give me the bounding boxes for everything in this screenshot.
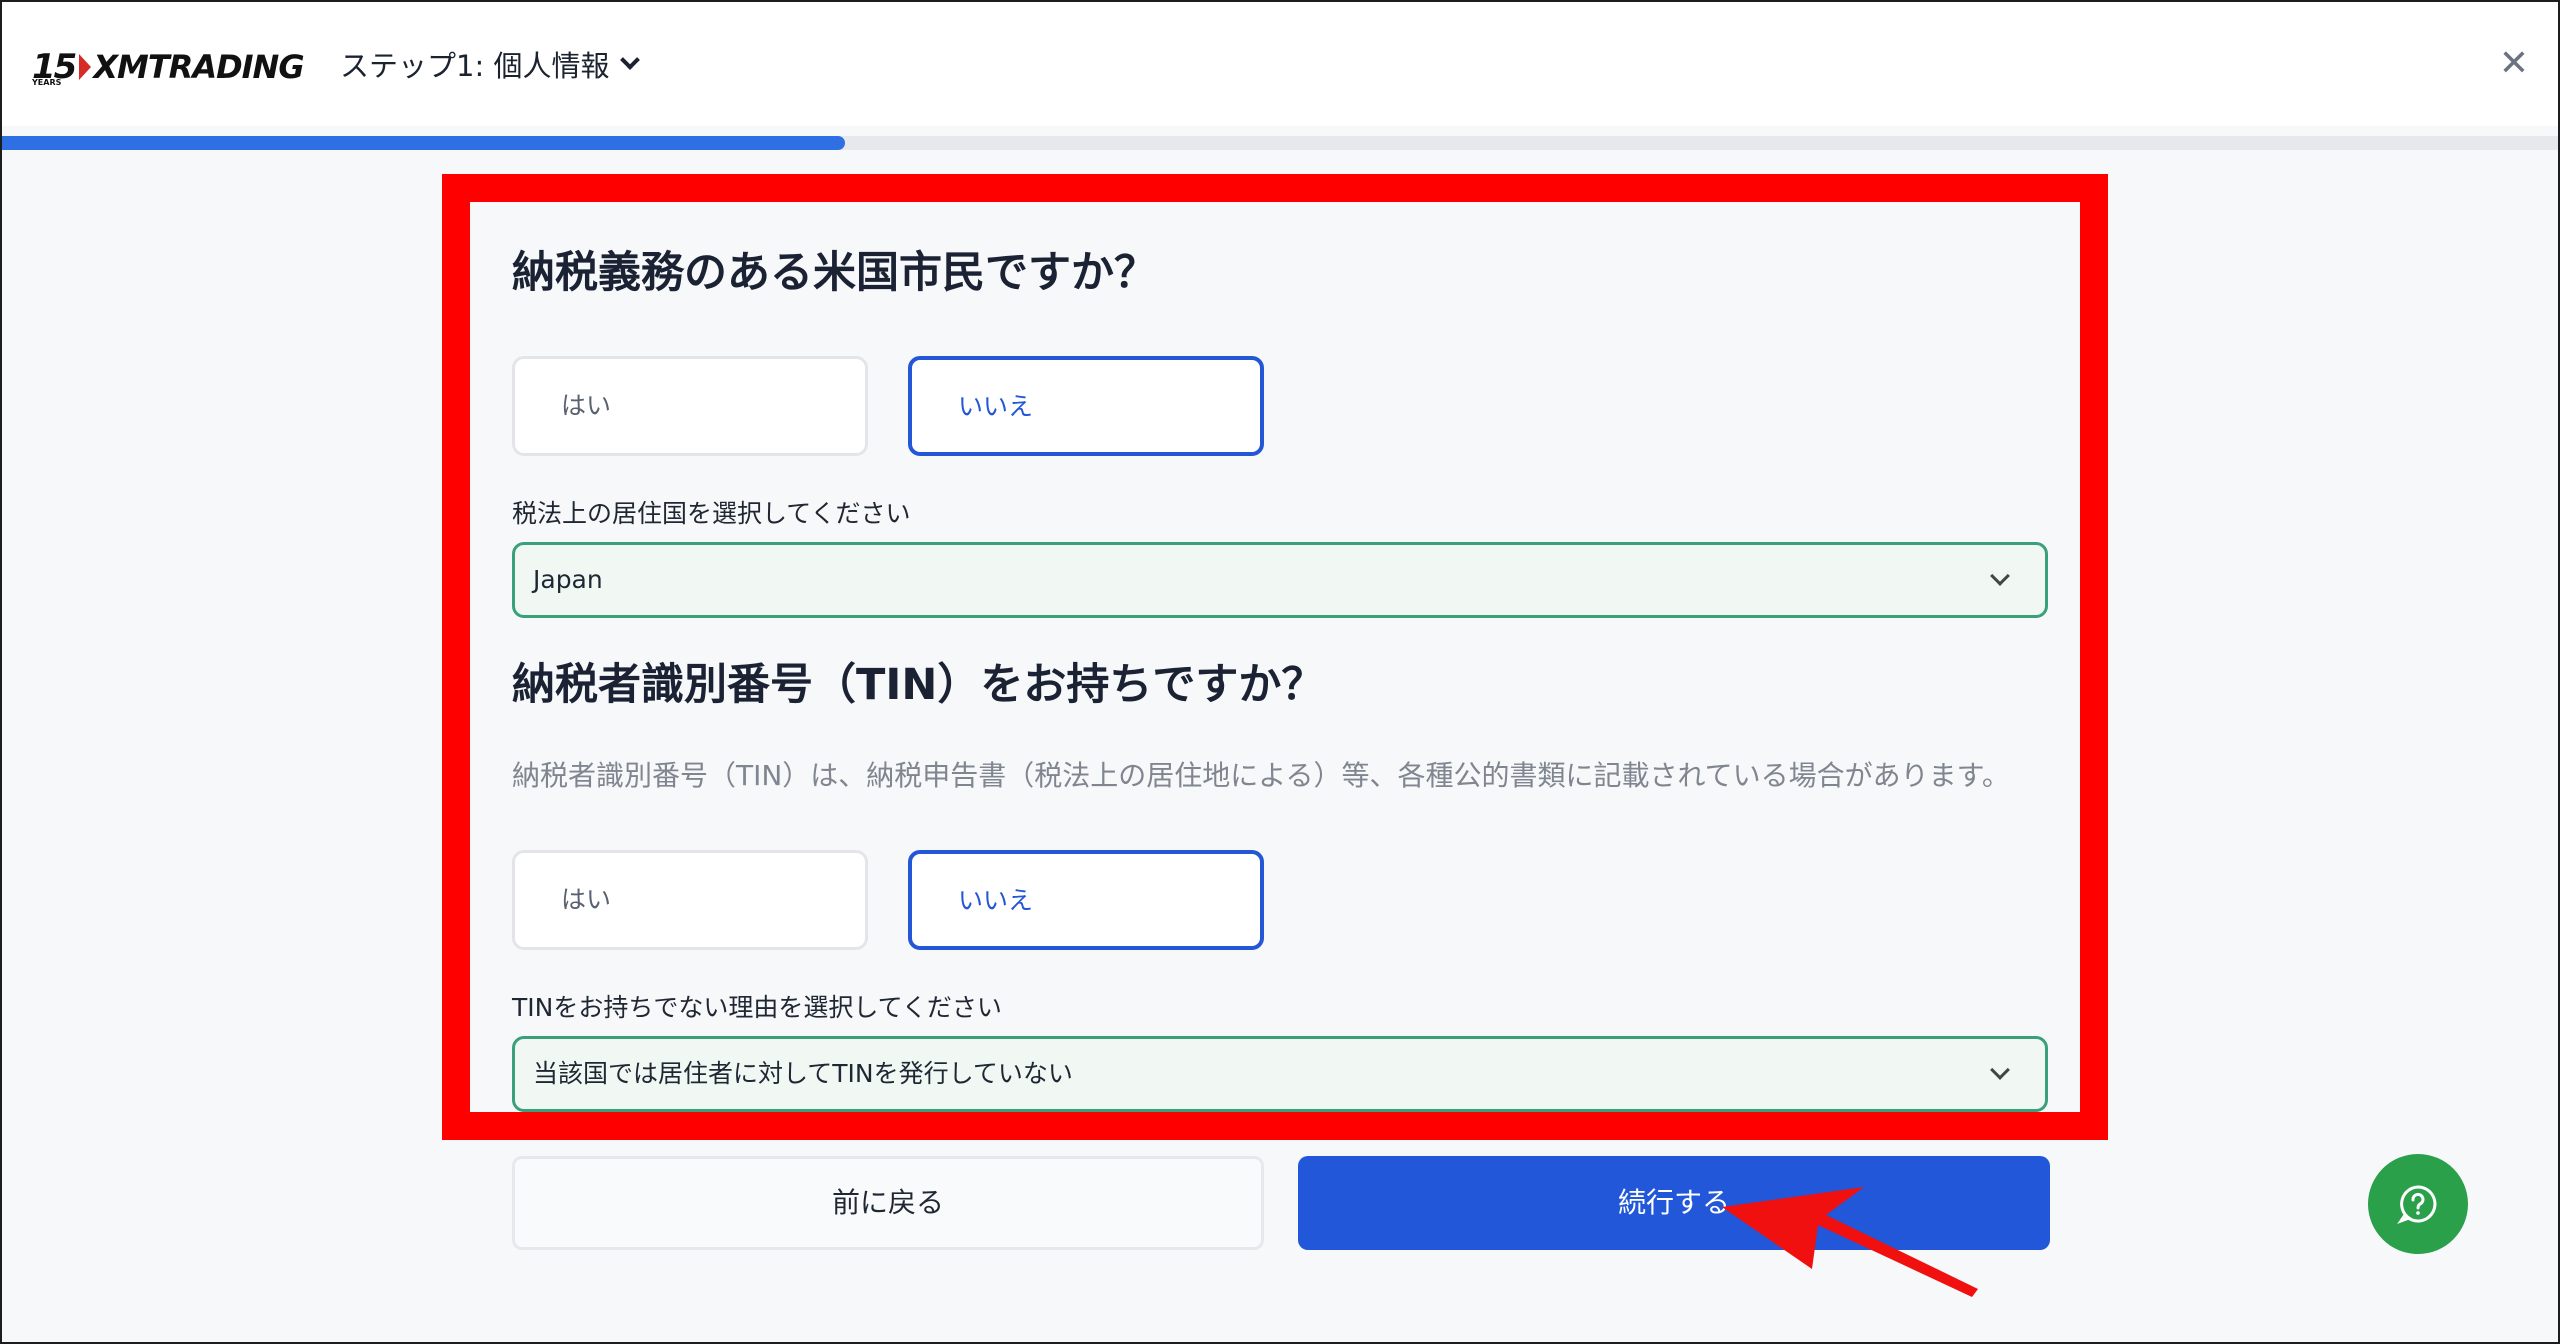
app-window: 15 YEARS XMTRADING ステップ1: 個人情報 ✕ 納税義務のある… xyxy=(0,0,2560,1344)
tin-reason-value: 当該国では居住者に対してTINを発行していない xyxy=(533,1059,1073,1088)
question-tin: 納税者識別番号（TIN）をお持ちですか？ xyxy=(512,660,1325,710)
question-bubble-icon xyxy=(2397,1185,2437,1225)
close-icon[interactable]: ✕ xyxy=(2492,42,2536,86)
question-us-citizen: 納税義務のある米国市民ですか？ xyxy=(512,248,1157,298)
us-citizen-yes-option[interactable]: はい xyxy=(512,356,868,456)
tin-note: 納税者識別番号（TIN）は、納税申告書（税法上の居住地による）等、各種公的書類に… xyxy=(512,759,2010,792)
progress-bar xyxy=(2,136,2558,150)
tin-reason-select[interactable]: 当該国では居住者に対してTINを発行していない xyxy=(512,1036,2048,1112)
progress-bar-fill xyxy=(2,136,845,150)
tin-no-option[interactable]: いいえ xyxy=(908,850,1264,950)
tax-residence-value: Japan xyxy=(533,565,603,594)
tin-yes-option[interactable]: はい xyxy=(512,850,868,950)
continue-button[interactable]: 続行する xyxy=(1298,1156,2050,1250)
tax-residence-select[interactable]: Japan xyxy=(512,542,2048,618)
logo-text: XMTRADING xyxy=(93,48,304,86)
step-dropdown[interactable]: ステップ1: 個人情報 xyxy=(340,42,641,86)
logo-years: YEARS xyxy=(32,78,62,87)
chevron-down-icon xyxy=(1990,1060,2010,1080)
header: 15 YEARS XMTRADING ステップ1: 個人情報 ✕ xyxy=(2,2,2558,126)
tin-reason-label: TINをお持ちでない理由を選択してください xyxy=(512,993,1002,1022)
step-title: ステップ1: 個人情報 xyxy=(340,49,610,83)
logo-arrow-icon xyxy=(79,54,92,80)
tax-residence-label: 税法上の居住国を選択してください xyxy=(512,499,911,528)
chevron-down-icon xyxy=(620,50,641,70)
xmtrading-logo: 15 YEARS XMTRADING xyxy=(32,44,305,87)
chevron-down-icon xyxy=(1990,566,2010,586)
us-citizen-no-option[interactable]: いいえ xyxy=(908,356,1264,456)
help-chat-button[interactable] xyxy=(2368,1154,2468,1254)
back-button[interactable]: 前に戻る xyxy=(512,1156,1264,1250)
